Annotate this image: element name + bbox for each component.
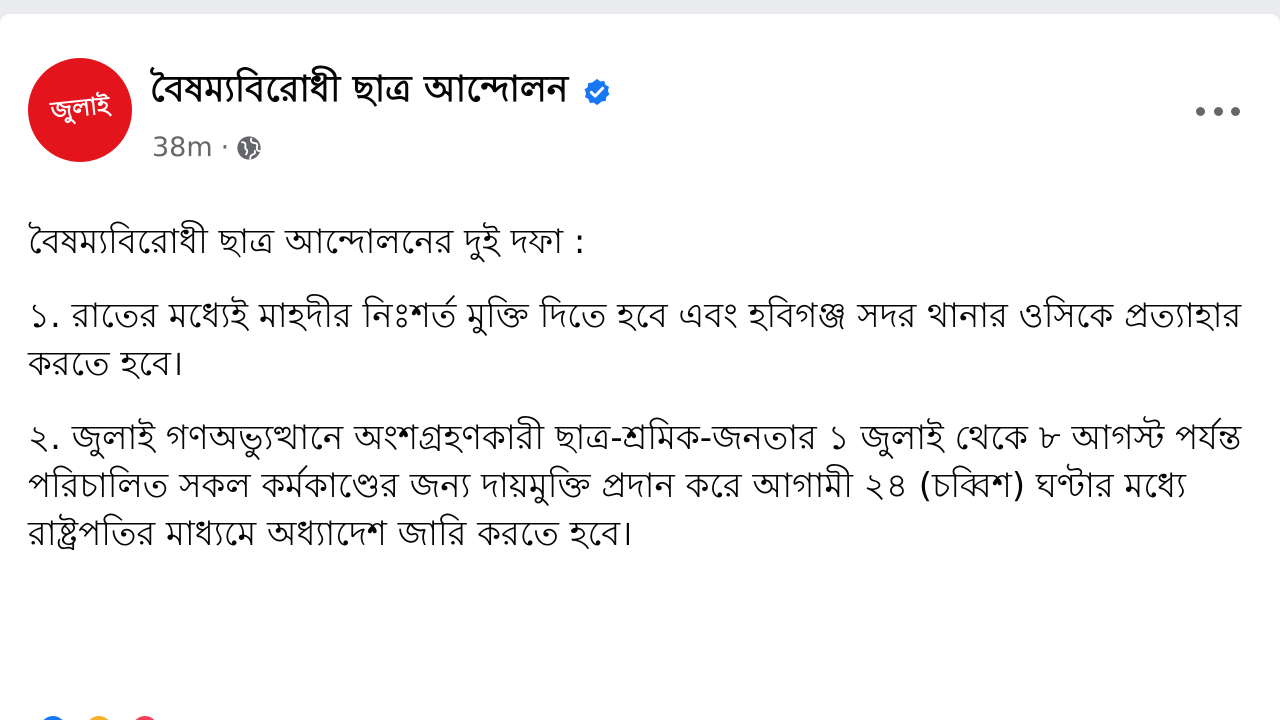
page-name-row: বৈষম্যবিরোধী ছাত্র আন্দোলন	[150, 62, 612, 122]
verified-badge-icon	[584, 78, 610, 106]
page-avatar[interactable]: জুলাই	[28, 58, 132, 162]
more-dot	[1231, 106, 1240, 116]
more-dot	[1213, 106, 1223, 116]
haha-reaction-icon	[86, 716, 112, 720]
post-demand-2: ২. জুলাই গণঅভ্যুত্থানে অংশগ্রহণকারী ছাত্…	[28, 418, 1242, 554]
like-reaction-icon	[40, 716, 66, 720]
more-options-icon[interactable]	[1196, 100, 1240, 122]
post-card: জুলাই বৈষম্যবিরোধী ছাত্র আন্দোলন 38m · ব…	[0, 14, 1280, 720]
meta-separator: ·	[220, 132, 230, 163]
post-meta: 38m ·	[152, 132, 263, 163]
page-name-link[interactable]: বৈষম্যবিরোধী ছাত্র আন্দোলন	[150, 62, 568, 122]
more-dot	[1196, 106, 1205, 116]
reaction-icons[interactable]	[40, 716, 178, 720]
post-timestamp[interactable]: 38m	[152, 132, 213, 163]
avatar-logo-text: জুলাই	[48, 90, 111, 126]
love-reaction-icon	[132, 716, 158, 720]
globe-icon[interactable]	[235, 134, 263, 162]
post-heading: বৈষম্যবিরোধী ছাত্র আন্দোলনের দুই দফা :	[28, 222, 586, 262]
post-demand-1: ১. রাতের মধ্যেই মাহদীর নিঃশর্ত মুক্তি দি…	[28, 296, 1242, 384]
post-body: বৈষম্যবিরোধী ছাত্র আন্দোলনের দুই দফা : ১…	[28, 218, 1248, 584]
